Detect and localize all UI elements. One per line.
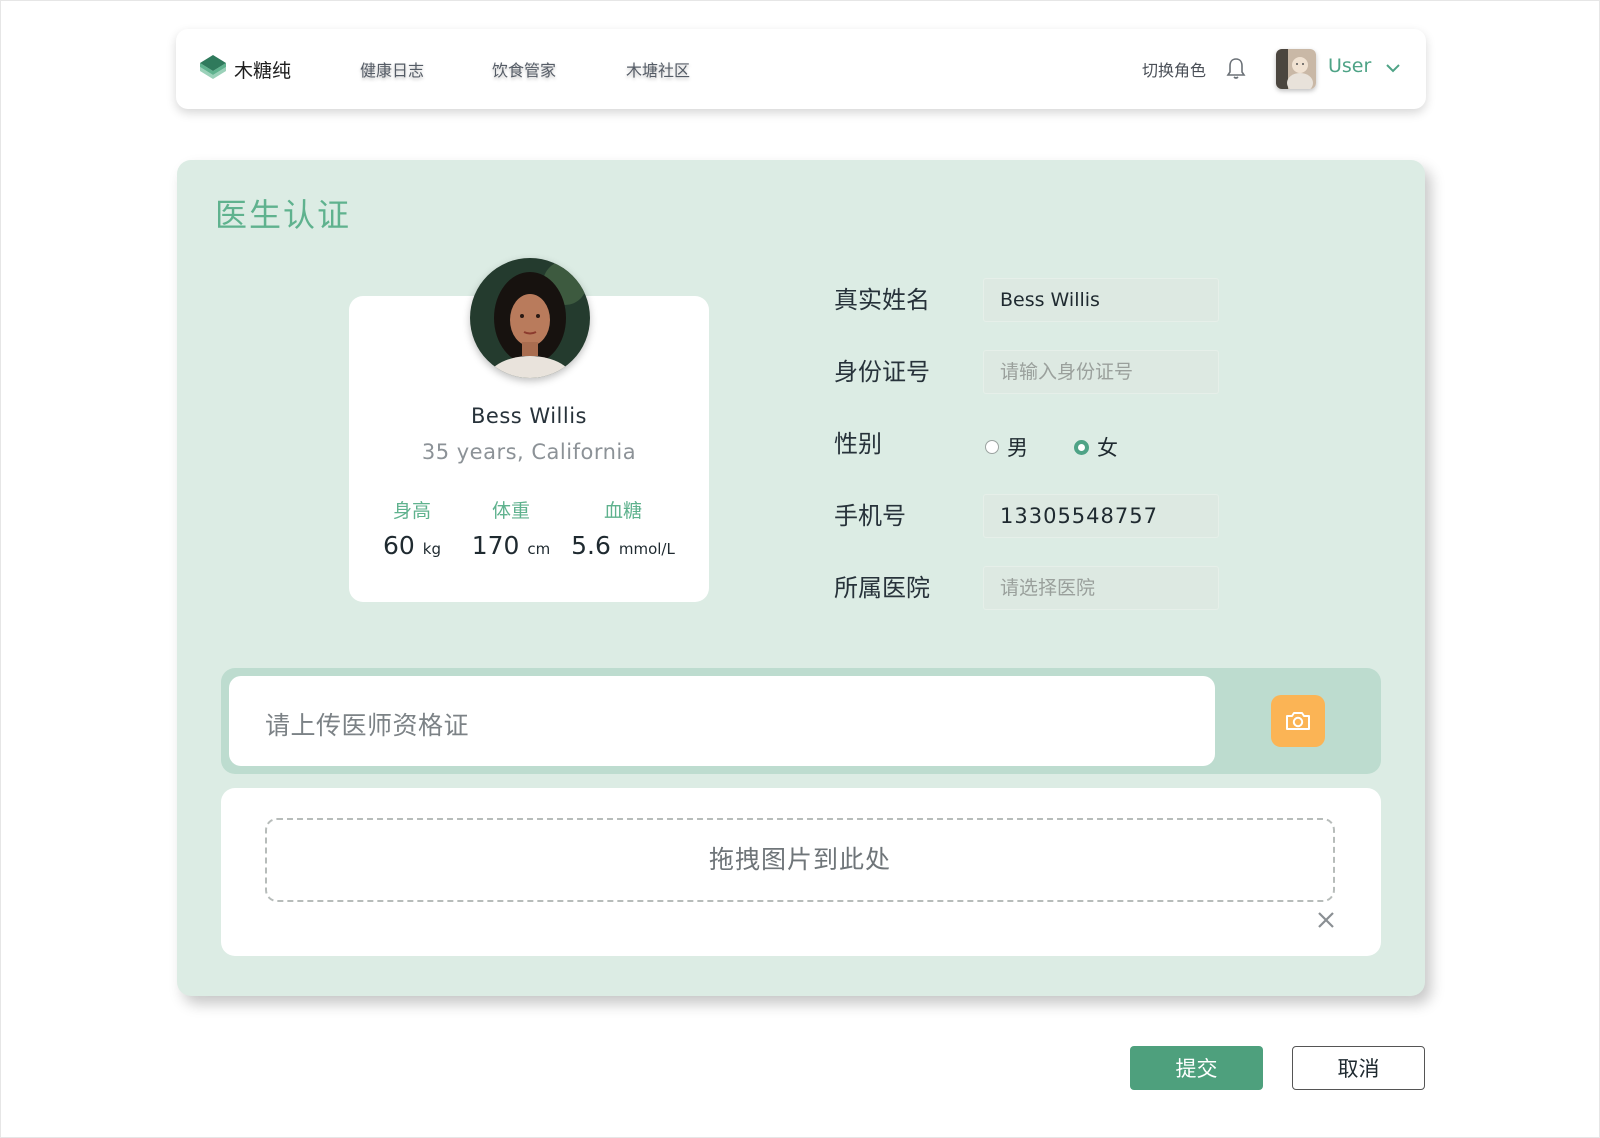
- stat-weight: 体重 170 cm: [471, 496, 551, 560]
- close-icon[interactable]: [1314, 908, 1338, 932]
- real-name-label: 真实姓名: [834, 286, 930, 314]
- camera-upload-button[interactable]: [1271, 695, 1325, 747]
- gender-option-label: 女: [1097, 436, 1118, 460]
- brand-name: 木糖纯: [234, 59, 292, 82]
- hospital-label: 所属医院: [834, 574, 930, 602]
- real-name-input[interactable]: [983, 278, 1219, 322]
- stat-value: 170 cm: [471, 531, 551, 560]
- certificate-upload-bar: 请上传医师资格证: [221, 668, 1381, 774]
- hospital-select[interactable]: [983, 566, 1219, 610]
- gender-radio-male[interactable]: 男: [985, 432, 1028, 462]
- chevron-down-icon[interactable]: [1384, 59, 1402, 77]
- image-drop-area: 拖拽图片到此处: [221, 788, 1381, 956]
- gender-option-label: 男: [1007, 436, 1028, 460]
- certificate-upload-field[interactable]: 请上传医师资格证: [229, 676, 1215, 766]
- switch-role-link[interactable]: 切换角色: [1142, 57, 1206, 81]
- submit-button[interactable]: 提交: [1130, 1046, 1263, 1090]
- user-avatar[interactable]: [1276, 49, 1316, 89]
- profile-subtitle: 35 years, California: [421, 440, 637, 464]
- nav-link-health-log[interactable]: 健康日志: [360, 57, 424, 81]
- gender-label: 性别: [834, 430, 882, 458]
- stat-value: 5.6 mmol/L: [571, 531, 675, 560]
- bell-icon[interactable]: [1226, 56, 1246, 80]
- phone-label: 手机号: [834, 502, 906, 530]
- cancel-button[interactable]: 取消: [1292, 1046, 1425, 1090]
- stat-label: 身高: [392, 500, 431, 522]
- stat-blood-sugar: 血糖 5.6 mmol/L: [563, 496, 683, 560]
- doctor-certification-card: 医生认证 Bess Willis 35 years, California 身高…: [177, 160, 1425, 996]
- nav-link-community[interactable]: 木塘社区: [626, 57, 690, 81]
- phone-input[interactable]: [983, 494, 1219, 538]
- profile-avatar: [470, 258, 590, 378]
- gender-radio-female[interactable]: 女: [1074, 432, 1118, 462]
- camera-icon: [1286, 712, 1310, 730]
- layers-logo-icon: [200, 55, 226, 79]
- image-drop-zone[interactable]: 拖拽图片到此处: [265, 818, 1335, 902]
- nav-link-diet-manager[interactable]: 饮食管家: [492, 57, 556, 81]
- stat-label: 血糖: [603, 500, 642, 522]
- user-name-label[interactable]: User: [1328, 55, 1371, 77]
- stat-value: 60 kg: [383, 531, 441, 560]
- radio-circle-selected[interactable]: [1074, 439, 1089, 455]
- stat-label: 体重: [491, 500, 530, 522]
- id-number-input[interactable]: [983, 350, 1219, 394]
- profile-name: Bess Willis: [471, 404, 587, 428]
- id-number-label: 身份证号: [834, 358, 930, 386]
- stat-height: 身高 60 kg: [381, 496, 443, 560]
- radio-circle[interactable]: [985, 440, 999, 454]
- brand-logo[interactable]: 木糖纯: [198, 53, 291, 85]
- page-title: 医生认证: [215, 196, 352, 234]
- top-nav: 木糖纯 健康日志 饮食管家 木塘社区 切换角色 User: [176, 29, 1426, 109]
